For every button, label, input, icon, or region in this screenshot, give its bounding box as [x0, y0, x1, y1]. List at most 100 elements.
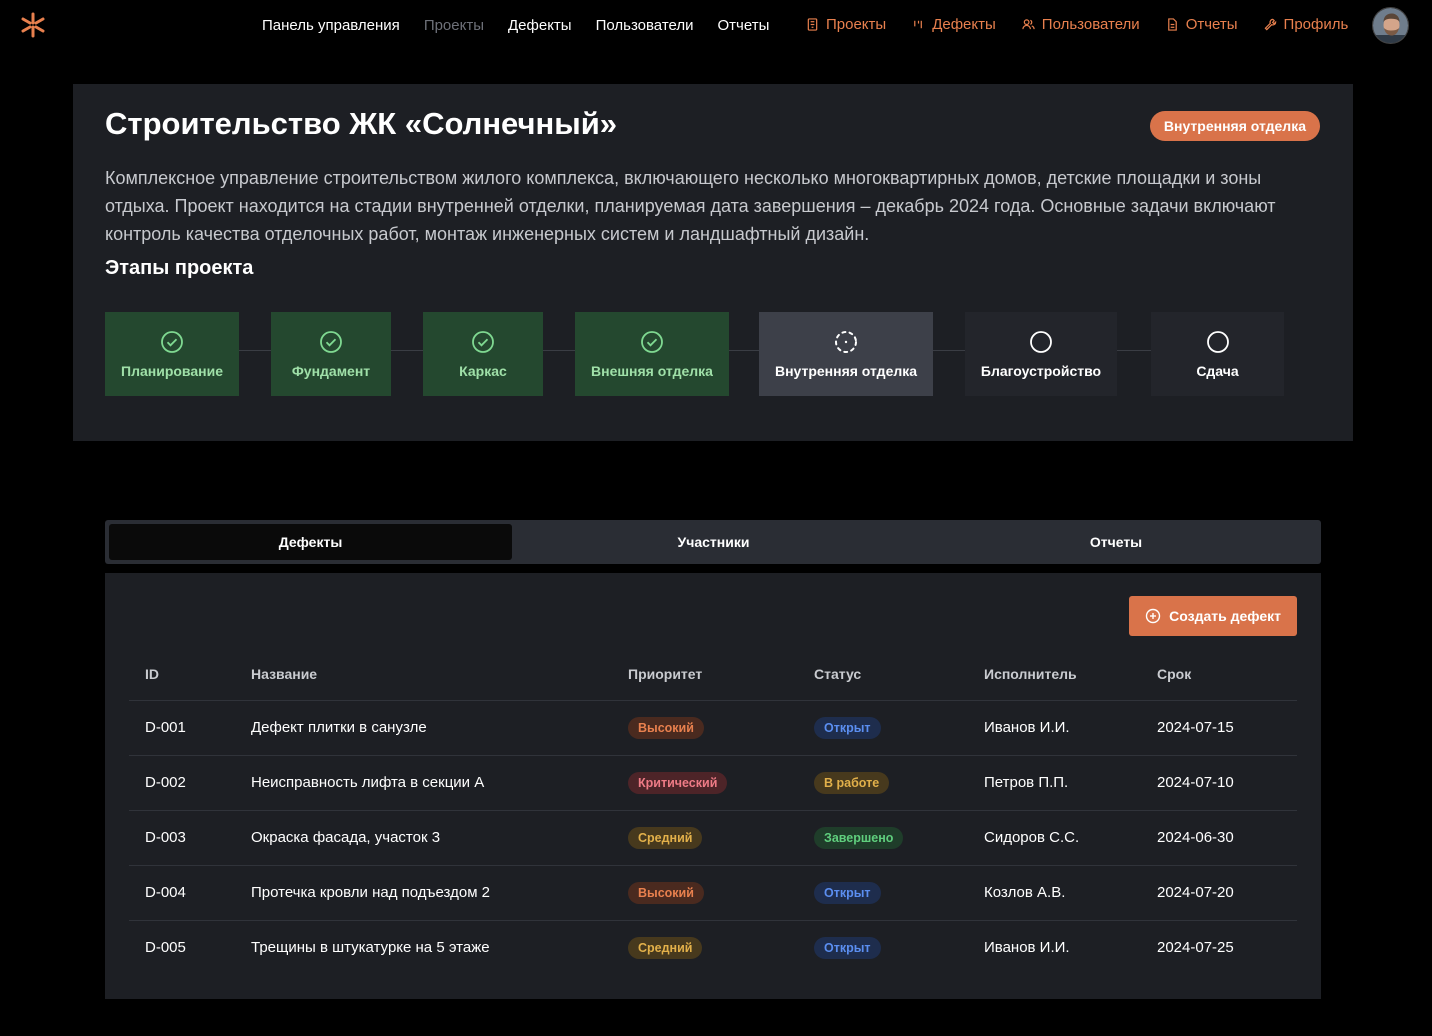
- defect-due-date-cell: 2024-07-25: [1157, 920, 1297, 975]
- defect-due-date-cell: 2024-07-20: [1157, 865, 1297, 921]
- nav-projects[interactable]: Проекты: [424, 17, 484, 34]
- column-header-priority[interactable]: Приоритет: [628, 648, 814, 701]
- user-avatar-icon: [1373, 8, 1408, 43]
- status-badge-cell: Завершено: [814, 810, 984, 866]
- check-circle-icon: [161, 330, 183, 353]
- defect-name: Неисправность лифта в секции А: [251, 774, 485, 791]
- bug-icon: [914, 20, 923, 29]
- defect-due-date: 2024-07-20: [1157, 884, 1234, 901]
- stage-connector: [933, 350, 965, 351]
- defect-due-date: 2024-07-25: [1157, 939, 1234, 957]
- logo-icon[interactable]: [20, 12, 46, 38]
- defect-due-date: 2024-06-30: [1157, 829, 1234, 846]
- table-row[interactable]: D-003 Окраска фасада, участок 3 Средний Зав…: [129, 810, 1297, 866]
- stage-label: Внешняя отделка: [591, 362, 713, 379]
- column-header-due[interactable]: Срок: [1157, 648, 1297, 701]
- defect-assignee-cell: Петров П.П.: [984, 755, 1157, 811]
- priority-badge: Высокий: [628, 716, 704, 739]
- empty-circle-icon: [1030, 330, 1052, 353]
- quick-nav: Проекты Дефекты Пользователи Отчеты Проф…: [806, 16, 1348, 33]
- defect-name-cell: Трещины в штукатурке на 5 этаже: [251, 920, 628, 975]
- defect-id-cell: D-005: [129, 920, 251, 975]
- defect-assignee: Козлов А.В.: [984, 884, 1066, 901]
- priority-badge: Высокий: [628, 881, 704, 904]
- quick-nav-reports[interactable]: Отчеты: [1166, 16, 1238, 33]
- top-navigation: Панель управления Проекты Дефекты Пользо…: [0, 0, 1432, 52]
- defect-id: D-002: [145, 774, 186, 791]
- table-row[interactable]: D-004 Протечка кровли над подъездом 2 Высо…: [129, 865, 1297, 921]
- defect-id: D-004: [145, 884, 186, 901]
- stage-connector: [543, 350, 575, 351]
- table-row[interactable]: D-002 Неисправность лифта в секции А Крити…: [129, 755, 1297, 811]
- quick-nav-defects[interactable]: Дефекты: [912, 16, 996, 33]
- defect-id-cell: D-004: [129, 865, 251, 921]
- create-defect-button[interactable]: Создать дефект: [1129, 596, 1297, 636]
- column-header-name[interactable]: Название: [251, 648, 628, 701]
- priority-badge-cell: Высокий: [628, 700, 814, 756]
- users-icon: [1022, 19, 1035, 30]
- quick-nav-projects[interactable]: Проекты: [806, 16, 886, 33]
- defect-due-date-cell: 2024-07-10: [1157, 755, 1297, 811]
- status-badge: В работе: [814, 771, 890, 794]
- stage-frame[interactable]: Каркас: [423, 312, 543, 396]
- tab-bar: Дефекты Участники Отчеты: [105, 520, 1321, 564]
- status-badge: Внутренняя отделка: [1149, 111, 1320, 141]
- defects-table: ID Название Приоритет Статус Исполнитель…: [129, 648, 1297, 975]
- tab-participants[interactable]: Участники: [512, 524, 915, 560]
- column-header-assignee[interactable]: Исполнитель: [984, 648, 1157, 701]
- nav-users[interactable]: Пользователи: [596, 17, 694, 34]
- stage-landscaping[interactable]: Благоустройство: [965, 312, 1117, 396]
- stage-label: Внутренняя отделка: [774, 362, 918, 379]
- table-row[interactable]: D-005 Трещины в штукатурке на 5 этаже Сред…: [129, 920, 1297, 975]
- priority-badge: Средний: [628, 826, 703, 849]
- column-header-status[interactable]: Статус: [814, 648, 984, 701]
- defect-assignee: Иванов И.И.: [984, 719, 1070, 736]
- column-header-id[interactable]: ID: [129, 648, 251, 701]
- avatar[interactable]: [1372, 7, 1409, 44]
- stage-label: Планирование: [121, 362, 223, 379]
- defect-assignee-cell: Иванов И.И.: [984, 920, 1157, 975]
- status-badge: Завершено: [814, 826, 904, 849]
- defect-due-date: 2024-07-10: [1157, 774, 1234, 791]
- status-badge: Открыт: [814, 716, 881, 739]
- table-header-row: ID Название Приоритет Статус Исполнитель…: [129, 648, 1297, 701]
- status-badge-cell: Открыт: [814, 700, 984, 756]
- tab-reports[interactable]: Отчеты: [915, 524, 1317, 560]
- defect-id-cell: D-002: [129, 755, 251, 811]
- loader-circle-icon: [835, 330, 857, 353]
- defect-name-cell: Неисправность лифта в секции А: [251, 755, 628, 811]
- tab-defects[interactable]: Дефекты: [109, 524, 512, 560]
- stage-planning[interactable]: Планирование: [105, 312, 239, 396]
- defect-name: Трещины в штукатурке на 5 этаже: [251, 939, 490, 957]
- quick-nav-label: Профиль: [1283, 16, 1349, 33]
- stage-label: Фундамент: [291, 362, 371, 379]
- check-circle-icon: [641, 330, 663, 353]
- quick-nav-profile[interactable]: Профиль: [1264, 16, 1349, 33]
- priority-badge: Средний: [628, 936, 703, 959]
- defect-id: D-003: [145, 829, 186, 846]
- check-circle-icon: [320, 330, 342, 353]
- stage-exterior-finishing[interactable]: Внешняя отделка: [575, 312, 729, 396]
- project-description: Комплексное управление строительством жи…: [105, 168, 1276, 244]
- defect-name: Протечка кровли над подъездом 2: [251, 884, 491, 901]
- wrench-icon: [1264, 18, 1276, 31]
- stage-connector: [729, 350, 759, 351]
- stage-handover[interactable]: Сдача: [1151, 312, 1284, 396]
- nav-reports[interactable]: Отчеты: [718, 17, 770, 34]
- nav-dashboard[interactable]: Панель управления: [262, 17, 400, 34]
- stage-foundation[interactable]: Фундамент: [271, 312, 391, 396]
- defect-due-date-cell: 2024-06-30: [1157, 810, 1297, 866]
- quick-nav-users[interactable]: Пользователи: [1022, 16, 1140, 33]
- stage-interior-finishing[interactable]: Внутренняя отделка: [759, 312, 933, 396]
- stage-label: Сдача: [1196, 362, 1239, 379]
- table-row[interactable]: D-001 Дефект плитки в санузле Высокий Откры…: [129, 700, 1297, 756]
- nav-defects[interactable]: Дефекты: [508, 17, 572, 34]
- main-nav: Панель управления Проекты Дефекты Пользо…: [262, 17, 769, 34]
- defect-name-cell: Окраска фасада, участок 3: [251, 810, 628, 866]
- defect-assignee-cell: Козлов А.В.: [984, 865, 1157, 921]
- create-defect-label: Создать дефект: [1169, 608, 1281, 624]
- project-card: Строительство ЖК «Солнечный» Внутренняя …: [73, 84, 1353, 441]
- quick-nav-label: Дефекты: [932, 16, 996, 33]
- defect-id-cell: D-003: [129, 810, 251, 866]
- priority-badge-cell: Средний: [628, 920, 814, 975]
